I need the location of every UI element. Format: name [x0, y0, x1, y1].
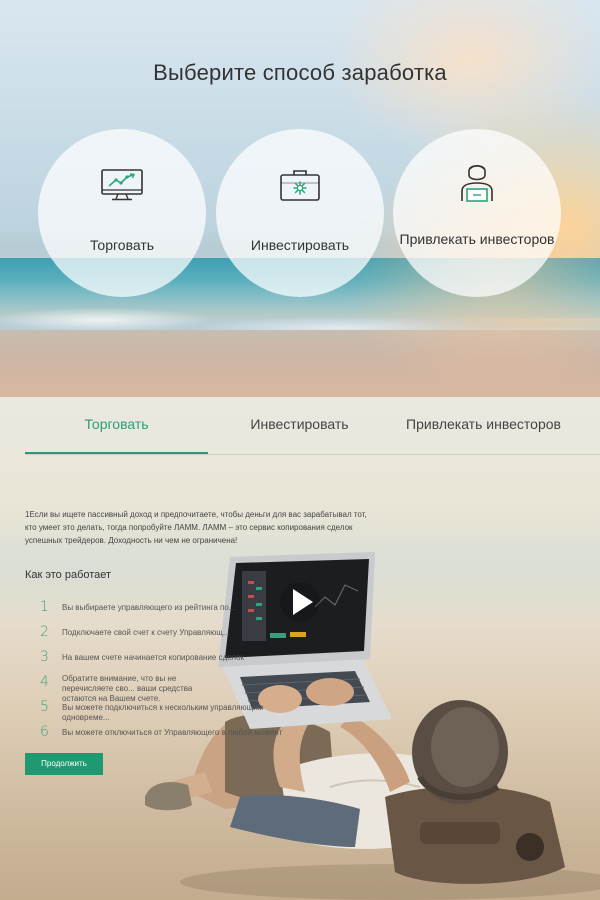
- list-item: 6 Вы можете отключиться от Управляющего …: [40, 724, 340, 749]
- list-item: 3 На вашем счете начинается копирование …: [40, 649, 340, 674]
- active-tab-indicator: [25, 452, 208, 454]
- page-title: Выберите способ заработка: [153, 60, 447, 85]
- tabs-divider: [25, 454, 600, 455]
- tab-trade[interactable]: Торговать: [25, 397, 208, 453]
- step-number: 6: [40, 724, 49, 740]
- list-item: 1 Вы выбираете управляющего из рейтинга …: [40, 599, 340, 624]
- step-text: Вы можете подключиться к нескольким упра…: [62, 703, 264, 722]
- option-invest-card[interactable]: Инвестировать: [216, 129, 384, 297]
- tab-attract-investors[interactable]: Привлекать инвесторов: [391, 397, 576, 453]
- step-text: На вашем счете начинается копирование сд…: [62, 653, 245, 662]
- list-item: 2 Подключаете свой счет к счету Управляю…: [40, 624, 340, 649]
- hero-section: Выберите способ заработка Торговать Инве…: [0, 0, 600, 397]
- briefcase-icon: [278, 167, 322, 203]
- steps-list: 1 Вы выбираете управляющего из рейтинга …: [40, 599, 340, 749]
- step-number: 2: [40, 624, 49, 640]
- step-number: 1: [40, 599, 49, 615]
- option-attract-investors-label: Привлекать инвесторов: [399, 231, 555, 247]
- option-invest-label: Инвестировать: [250, 237, 350, 253]
- person-presenter-icon: [457, 159, 497, 203]
- step-text: Вы можете отключиться от Управляющего в …: [62, 728, 283, 737]
- option-trade-card[interactable]: Торговать: [38, 129, 206, 297]
- list-item: 4 Обратите внимание, что вы не перечисля…: [40, 674, 340, 703]
- list-item: 5 Вы можете подключиться к нескольким уп…: [40, 699, 340, 724]
- step-number: 3: [40, 649, 49, 665]
- step-text: Вы выбираете управляющего из рейтинга по…: [62, 603, 236, 612]
- tab-invest[interactable]: Инвестировать: [208, 397, 391, 453]
- continue-button[interactable]: Продолжить: [25, 753, 103, 775]
- details-section: Торговать Инвестировать Привлекать инвес…: [0, 397, 600, 900]
- step-number: 4: [40, 674, 49, 690]
- option-attract-investors-card[interactable]: Привлекать инвесторов: [393, 129, 561, 297]
- step-text: Подключаете свой счет к счету Управляющ.…: [62, 628, 230, 637]
- step-number: 5: [40, 699, 49, 715]
- option-trade-label: Торговать: [89, 237, 155, 253]
- how-it-works-heading: Как это работает: [25, 569, 112, 581]
- intro-text: 1Если вы ищете пассивный доход и предпоч…: [25, 510, 367, 545]
- earning-method-tabs: Торговать Инвестировать Привлекать инвес…: [0, 397, 600, 455]
- monitor-chart-icon: [100, 167, 144, 203]
